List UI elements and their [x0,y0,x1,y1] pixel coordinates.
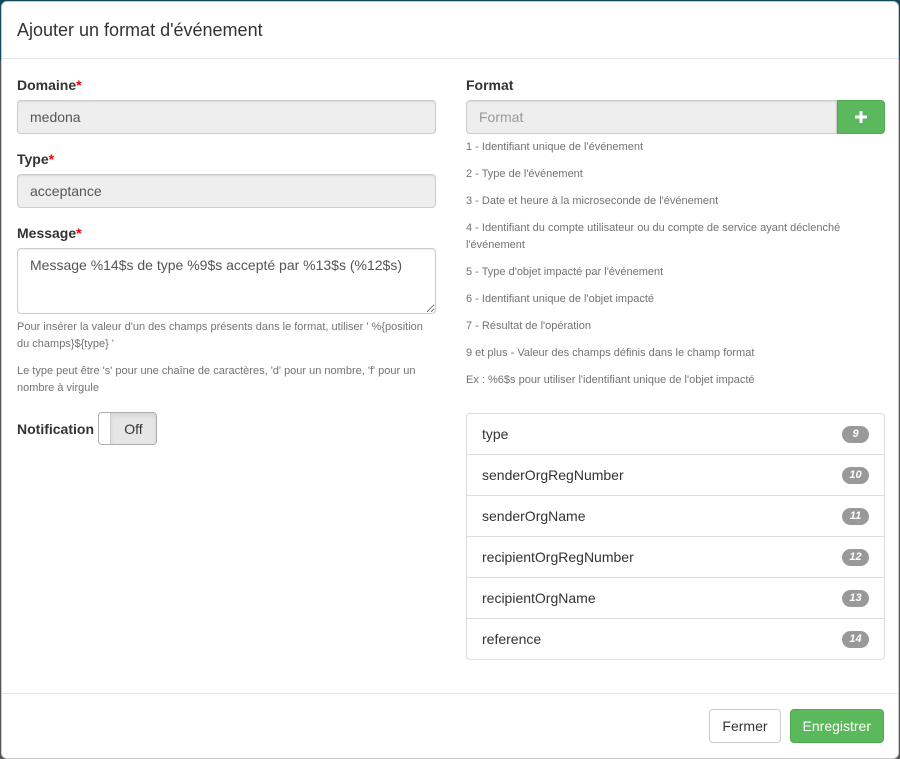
field-name: reference [482,631,542,647]
domain-label: Domaine* [17,77,82,93]
type-label: Type* [17,151,55,167]
field-name: type [482,426,509,442]
legend-item: 4 - Identifiant du compte utilisateur ou… [466,222,841,251]
message-help-insert: Pour insérer la valeur d'un des champs p… [17,321,423,350]
format-fields-list: type 9 senderOrgRegNumber 10 senderOrgNa… [466,413,885,660]
legend-item: 3 - Date et heure à la microseconde de l… [466,195,719,207]
modal-footer: Fermer Enregistrer [2,693,898,758]
legend-item: 2 - Type de l'événement [466,168,583,180]
close-button[interactable]: Fermer [709,709,781,743]
legend-item: 1 - Identifiant unique de l'événement [466,141,643,153]
notification-label: Notification [17,420,94,437]
format-field-item[interactable]: type 9 [467,414,884,454]
legend-item: 5 - Type d'objet impacté par l'événement [466,266,664,278]
domain-group: Domaine* [17,75,436,134]
legend-item: 6 - Identifiant unique de l'objet impact… [466,293,654,305]
required-marker: * [76,225,82,241]
legend-item: Ex : %6$s pour utiliser l'identifiant un… [466,374,755,386]
field-name: senderOrgRegNumber [482,467,624,483]
format-input-group [466,100,885,134]
format-field-item[interactable]: senderOrgRegNumber 10 [467,454,884,495]
field-position-badge: 10 [842,466,869,484]
add-format-button[interactable] [837,100,885,134]
field-name: senderOrgName [482,508,586,524]
message-textarea[interactable]: Message %14$s de type %9$s accepté par %… [17,248,436,314]
modal-body: Domaine* Type* Message* Message %14$s de… [2,59,898,695]
format-field-item[interactable]: senderOrgName 11 [467,495,884,536]
legend-item: 9 et plus - Valeur des champs définis da… [466,347,755,359]
format-group: Format [466,75,885,134]
toggle-state: Off [111,413,156,444]
field-name: recipientOrgRegNumber [482,549,634,565]
format-input[interactable] [466,100,837,134]
field-position-badge: 11 [842,507,869,525]
message-group: Message* Message %14$s de type %9$s acce… [17,223,436,397]
field-name: recipientOrgName [482,590,596,606]
plus-icon [855,111,867,123]
modal-header: Ajouter un format d'événement [2,2,898,59]
domain-field[interactable] [17,100,436,134]
field-position-badge: 14 [842,630,869,648]
required-marker: * [48,151,55,167]
format-label: Format [466,77,514,93]
toggle-knob [99,413,111,444]
save-button[interactable]: Enregistrer [789,709,884,743]
format-field-item[interactable]: recipientOrgName 13 [467,577,884,618]
format-legend: 1 - Identifiant unique de l'événement 2 … [466,139,885,389]
type-field[interactable] [17,174,436,208]
message-label: Message* [17,225,82,241]
field-position-badge: 9 [842,425,869,443]
legend-item: 7 - Résultat de l'opération [466,320,592,332]
message-help-type: Le type peut être 's' pour une chaîne de… [17,365,416,394]
field-position-badge: 13 [842,589,869,607]
required-marker: * [76,77,82,93]
notification-toggle[interactable]: Off [98,412,157,445]
format-field-item[interactable]: reference 14 [467,618,884,659]
type-group: Type* [17,149,436,208]
field-position-badge: 12 [842,548,869,566]
add-event-format-modal: Ajouter un format d'événement Domaine* T… [1,1,899,759]
format-field-item[interactable]: recipientOrgRegNumber 12 [467,536,884,577]
notification-group: Notification Off [17,412,436,445]
modal-title: Ajouter un format d'événement [17,20,263,40]
